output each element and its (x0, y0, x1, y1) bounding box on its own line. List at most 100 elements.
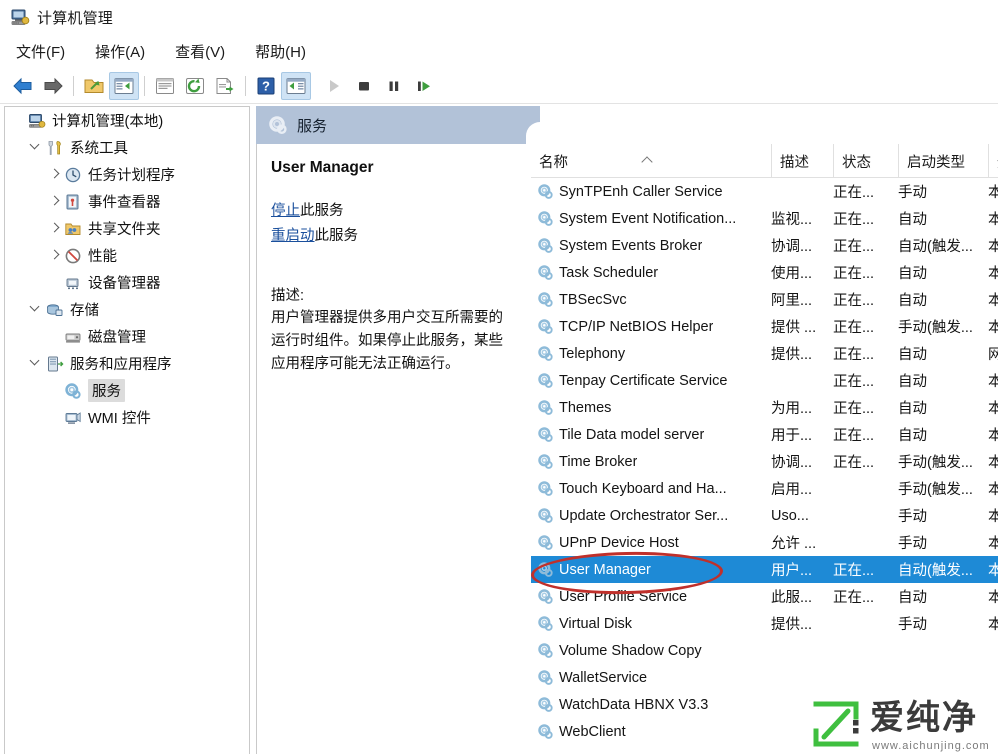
tree-node-device-manager[interactable]: 设备管理器 (5, 269, 249, 296)
chevron-right-icon[interactable] (47, 221, 63, 237)
service-description-cell: 协调... (771, 239, 813, 255)
services-list-row[interactable]: System Event Notification... 监视... 正在... 自动… (531, 205, 998, 232)
service-detail-pane: User Manager 停止此服务 重启动此服务 描述: 用户管理器提供多用户… (256, 106, 525, 754)
service-startup-type-cell: 手动 (898, 617, 927, 633)
service-name-cell: Telephony (559, 345, 626, 362)
properties-icon[interactable] (150, 72, 180, 100)
chevron-right-icon[interactable] (47, 167, 63, 183)
service-gear-icon (537, 642, 554, 659)
column-header-status[interactable]: 状态 (833, 144, 898, 178)
stop-service-row: 停止此服务 (271, 201, 512, 221)
column-header-label: 描述 (780, 154, 809, 171)
services-list-row[interactable]: SynTPEnh Caller Service 正在... 手动 本... (531, 178, 998, 205)
service-gear-icon (64, 382, 82, 400)
services-list-row[interactable]: Touch Keyboard and Ha... 启用... 手动(触发... 本..… (531, 475, 998, 502)
tree-node-performance[interactable]: 性能 (5, 242, 249, 269)
restart-service-row: 重启动此服务 (271, 226, 512, 246)
service-name-cell: Task Scheduler (559, 264, 659, 281)
chevron-right-icon[interactable] (47, 194, 63, 210)
column-header-log-on-as[interactable]: 登 (988, 144, 998, 178)
services-list-rows[interactable]: SynTPEnh Caller Service正在...手动本...System… (531, 178, 998, 754)
chevron-down-icon[interactable] (29, 139, 45, 156)
service-name-cell: WebClient (559, 723, 626, 740)
tree-node-storage[interactable]: 存储 (5, 296, 249, 323)
export-list-icon[interactable] (210, 72, 240, 100)
service-startup-type-cell: 手动 (898, 536, 927, 552)
services-list-row[interactable]: Task Scheduler 使用... 正在... 自动 本... (531, 259, 998, 286)
services-list-row[interactable]: Time Broker 协调... 正在... 手动(触发... 本... (531, 448, 998, 475)
menu-help[interactable]: 帮助(H) (253, 39, 308, 64)
service-gear-icon (537, 237, 554, 254)
restart-service-suffix: 此服务 (314, 228, 359, 244)
tree-node-label: 性能 (88, 249, 117, 265)
services-pane-header: 服务 (256, 106, 526, 144)
services-list-row[interactable]: TBSecSvc 阿里... 正在... 自动 本... (531, 286, 998, 313)
services-list-row[interactable]: Tile Data model server 用于... 正在... 自动 本... (531, 421, 998, 448)
services-list-header[interactable]: 名称 描述 状态 启动类型 登 (531, 144, 998, 178)
services-list-row[interactable]: User Profile Service 此服... 正在... 自动 本... (531, 583, 998, 610)
services-list-row[interactable]: Volume Shadow Copy (531, 637, 998, 664)
services-list-row[interactable]: System Events Broker 协调... 正在... 自动(触发... 本.… (531, 232, 998, 259)
column-header-description[interactable]: 描述 (771, 144, 833, 178)
service-name-cell: TBSecSvc (559, 291, 627, 308)
stop-service-icon[interactable] (349, 72, 379, 100)
chevron-right-icon[interactable] (47, 248, 63, 264)
menu-action[interactable]: 操作(A) (93, 39, 147, 64)
tree-node-wmi-control[interactable]: WMI 控件 (5, 404, 249, 431)
watermark: 爱纯净 www.aichunjing.com (810, 699, 990, 754)
up-one-level-icon[interactable] (79, 72, 109, 100)
tree-node-disk-management[interactable]: 磁盘管理 (5, 323, 249, 350)
console-tree-pane[interactable]: 计算机管理(本地) 系统工具任务计划程序事件查看器共享文件夹性能设备管理器 存储 磁盘… (4, 106, 250, 754)
restart-service-link[interactable]: 重启动 (271, 228, 315, 244)
services-list-row[interactable]: Update Orchestrator Ser... Uso... 手动 本... (531, 502, 998, 529)
show-console-tree-icon[interactable] (109, 71, 139, 100)
menu-file[interactable]: 文件(F) (14, 39, 67, 64)
computer-icon (28, 112, 46, 130)
services-list-row[interactable]: Tenpay Certificate Service 正在... 自动 本... (531, 367, 998, 394)
column-header-name[interactable]: 名称 (531, 144, 771, 178)
services-list-row[interactable]: WalletService (531, 664, 998, 691)
service-startup-type-cell: 手动(触发... (898, 455, 973, 471)
menu-view[interactable]: 查看(V) (173, 39, 227, 64)
start-service-icon[interactable] (319, 72, 349, 100)
tree-node-services-and-apps[interactable]: 服务和应用程序 (5, 350, 249, 377)
service-status-cell: 正在... (833, 320, 875, 336)
show-action-pane-icon[interactable] (281, 71, 311, 100)
pause-service-icon[interactable] (379, 72, 409, 100)
forward-icon[interactable] (38, 72, 68, 100)
service-logon-as-cell: 本... (988, 563, 998, 579)
services-list-row[interactable]: Telephony 提供... 正在... 自动 网... (531, 340, 998, 367)
service-name-cell: System Event Notification... (559, 210, 737, 227)
tree-node-system-tools[interactable]: 系统工具 (5, 134, 249, 161)
tree-twisty-empty (47, 275, 63, 291)
tree-node-task-scheduler[interactable]: 任务计划程序 (5, 161, 249, 188)
service-description-cell: 为用... (771, 401, 813, 417)
restart-service-icon[interactable] (409, 72, 439, 100)
service-status-cell: 正在... (833, 185, 875, 201)
service-logon-as-cell: 网... (988, 347, 998, 363)
help-icon[interactable]: ? (251, 72, 281, 100)
services-apps-icon (46, 355, 64, 373)
tree-node-event-viewer[interactable]: 事件查看器 (5, 188, 249, 215)
services-list-row[interactable]: Virtual Disk 提供... 手动 本... (531, 610, 998, 637)
services-list-pane[interactable]: 名称 描述 状态 启动类型 登 SynTPEnh Caller Service 正在...… (531, 106, 998, 754)
tree-node-label: 任务计划程序 (88, 168, 175, 184)
tree-node-shared-folders[interactable]: 共享文件夹 (5, 215, 249, 242)
chevron-down-icon[interactable] (29, 301, 45, 318)
services-list-row[interactable]: TCP/IP NetBIOS Helper 提供 ... 正在... 手动(触发...… (531, 313, 998, 340)
refresh-icon[interactable] (180, 72, 210, 100)
services-list-row[interactable]: Themes 为用... 正在... 自动 本... (531, 394, 998, 421)
back-icon[interactable] (8, 72, 38, 100)
services-list-row[interactable]: User Manager 用户... 正在... 自动(触发... 本... (531, 556, 998, 583)
chevron-down-icon[interactable] (29, 355, 45, 372)
tree-node-label: 共享文件夹 (88, 222, 161, 238)
tree-node-computer-management[interactable]: 计算机管理(本地) (5, 107, 249, 134)
stop-service-link[interactable]: 停止 (271, 203, 300, 219)
column-header-startup-type[interactable]: 启动类型 (898, 144, 988, 178)
services-list-row[interactable]: UPnP Device Host 允许 ... 手动 本... (531, 529, 998, 556)
service-startup-type-cell: 自动 (898, 401, 927, 417)
service-gear-icon (268, 115, 288, 135)
tree-node-services[interactable]: 服务 (5, 377, 249, 404)
service-description-cell: 此服... (771, 590, 813, 606)
wmi-control-icon (64, 409, 82, 427)
